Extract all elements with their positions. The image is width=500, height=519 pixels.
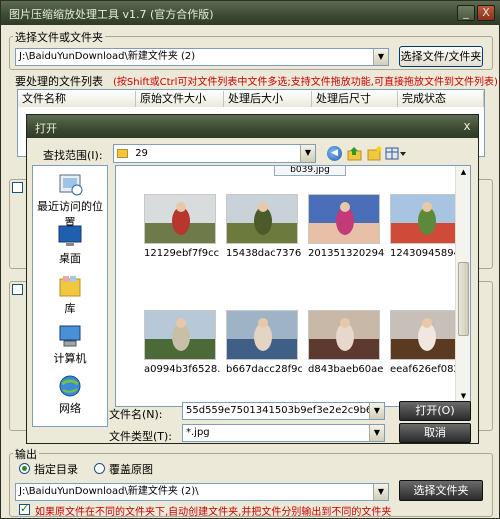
- file-name-label: 201351320294...: [308, 248, 384, 259]
- filename-label: 文件名(N):: [109, 408, 163, 421]
- network-icon: [57, 374, 83, 398]
- column-header-filename[interactable]: 文件名称: [18, 91, 136, 107]
- computer-icon: [57, 324, 83, 348]
- filetype-label: 文件类型(T):: [109, 430, 173, 443]
- thumbnail-image: [390, 310, 462, 360]
- filetype-value: *.jpg: [186, 427, 210, 438]
- partial-file-item[interactable]: b039.jpg: [274, 166, 346, 176]
- back-icon[interactable]: ◀: [327, 146, 342, 161]
- close-button[interactable]: X: [477, 5, 495, 21]
- source-path-value: J:\BaiduYunDownload\新建文件夹 (2): [19, 51, 196, 62]
- column-header-processed-dimension[interactable]: 处理后尺寸: [312, 91, 398, 107]
- output-path-value: J:\BaiduYunDownload\新建文件夹 (2)\: [19, 486, 199, 497]
- thumbnail-image: [226, 310, 298, 360]
- place-desktop[interactable]: 桌面: [33, 222, 107, 270]
- thumbnail-image: [144, 194, 216, 244]
- column-header-original-size[interactable]: 原始文件大小: [136, 91, 224, 107]
- thumbnail-image: [144, 310, 216, 360]
- file-name-label: a0994b3f6528...: [144, 364, 220, 375]
- file-list-label: 要处理的文件列表: [15, 75, 103, 88]
- filename-combo[interactable]: 55d559e7501341503b9ef3e2e2c9b639.jpg ▼: [182, 402, 385, 420]
- dialog-titlebar[interactable]: 打开 x: [27, 115, 478, 138]
- main-titlebar[interactable]: 图片压缩缩放处理工具 v1.7 (官方合作版) _ X: [1, 1, 500, 25]
- chevron-down-icon[interactable]: ▼: [373, 49, 388, 65]
- file-item[interactable]: b667dacc28f9cf...: [226, 310, 302, 375]
- file-name-label: 12129ebf7f9cc...: [144, 248, 220, 259]
- radio-overwrite-label: 覆盖原图: [109, 463, 153, 476]
- open-button[interactable]: 打开(O): [399, 401, 471, 421]
- places-bar: 最近访问的位置 桌面 库 计算机 网络: [32, 165, 108, 427]
- view-menu-icon[interactable]: [385, 146, 407, 161]
- chevron-down-icon[interactable]: ▼: [300, 145, 315, 162]
- filetype-combo[interactable]: *.jpg ▼: [182, 424, 385, 442]
- place-network[interactable]: 网络: [33, 372, 107, 420]
- file-item[interactable]: 201351320294...: [308, 194, 384, 259]
- source-group-label: 选择文件或文件夹: [13, 29, 105, 45]
- desktop-icon: [57, 224, 83, 248]
- folder-icon: [117, 148, 128, 158]
- chevron-down-icon[interactable]: ▼: [369, 425, 384, 441]
- dialog-close-button[interactable]: x: [459, 119, 475, 134]
- look-in-value: 29: [135, 148, 148, 159]
- output-path-combo[interactable]: J:\BaiduYunDownload\新建文件夹 (2)\ ▼: [15, 483, 389, 501]
- column-header-status[interactable]: 完成状态: [398, 91, 484, 107]
- thumbnail-image: [308, 194, 380, 244]
- file-list-hint: (按Shift或Ctrl可对文件列表中文件多选;支持文件拖放功能,可直接拖放文件…: [113, 77, 498, 88]
- radio-overwrite[interactable]: [94, 463, 105, 474]
- output-group-label: 输出: [13, 446, 39, 462]
- column-header-processed-size[interactable]: 处理后大小: [224, 91, 312, 107]
- up-folder-icon[interactable]: [347, 146, 362, 161]
- new-folder-icon[interactable]: [367, 146, 382, 161]
- source-path-combo[interactable]: J:\BaiduYunDownload\新建文件夹 (2) ▼: [15, 48, 389, 66]
- chevron-down-icon[interactable]: ▼: [373, 484, 388, 500]
- subdir-checkbox-label: 如果原文件在不同的文件夹下,自动创建文件夹,并把文件分别输出到不同的文件夹: [35, 507, 392, 518]
- vertical-scrollbar[interactable]: ▲ ▼: [455, 166, 470, 406]
- subdir-checkbox[interactable]: ✓: [19, 502, 30, 515]
- select-output-folder-button[interactable]: 选择文件夹: [399, 480, 483, 501]
- dialog-title: 打开: [35, 122, 57, 135]
- library-icon: [57, 274, 83, 298]
- scroll-thumb[interactable]: [458, 262, 469, 336]
- file-name-label: b667dacc28f9cf...: [226, 364, 302, 375]
- file-item[interactable]: d843baeb60ae...: [308, 310, 384, 375]
- thumbnail-image: [390, 194, 462, 244]
- file-name-label: d843baeb60ae...: [308, 364, 384, 375]
- setting-checkbox[interactable]: [12, 284, 23, 295]
- place-computer[interactable]: 计算机: [33, 322, 107, 370]
- radio-specified-dir-label: 指定目录: [34, 463, 78, 476]
- look-in-label: 查找范围(I):: [43, 149, 103, 162]
- file-item[interactable]: 12129ebf7f9cc...: [144, 194, 220, 259]
- look-in-combo[interactable]: 29 ▼: [113, 144, 316, 163]
- option-checkbox[interactable]: [12, 182, 23, 193]
- radio-specified-dir[interactable]: [19, 463, 30, 474]
- window-title: 图片压缩缩放处理工具 v1.7 (官方合作版): [9, 8, 214, 21]
- thumbnail-image: [308, 310, 380, 360]
- open-dialog: 打开 x 查找范围(I): 29 ▼ ◀ 最近访问的位置 桌面 库 计算机 网络…: [26, 114, 479, 444]
- recent-icon: [57, 172, 83, 196]
- select-file-folder-button[interactable]: 选择文件/文件夹: [399, 46, 483, 67]
- thumbnail-image: [226, 194, 298, 244]
- filename-value: 55d559e7501341503b9ef3e2e2c9b639.jpg: [186, 405, 385, 416]
- file-view[interactable]: b039.jpg 12129ebf7f9cc... 15438dac73765..…: [115, 165, 471, 407]
- scroll-up-icon[interactable]: ▲: [458, 168, 469, 179]
- place-recent[interactable]: 最近访问的位置: [33, 170, 107, 229]
- cancel-button[interactable]: 取消: [399, 423, 471, 443]
- minimize-button[interactable]: _: [457, 5, 475, 21]
- chevron-down-icon[interactable]: ▼: [369, 403, 384, 419]
- place-library[interactable]: 库: [33, 272, 107, 320]
- file-item[interactable]: a0994b3f6528...: [144, 310, 220, 375]
- file-item[interactable]: 15438dac73765...: [226, 194, 302, 259]
- file-name-label: 15438dac73765...: [226, 248, 302, 259]
